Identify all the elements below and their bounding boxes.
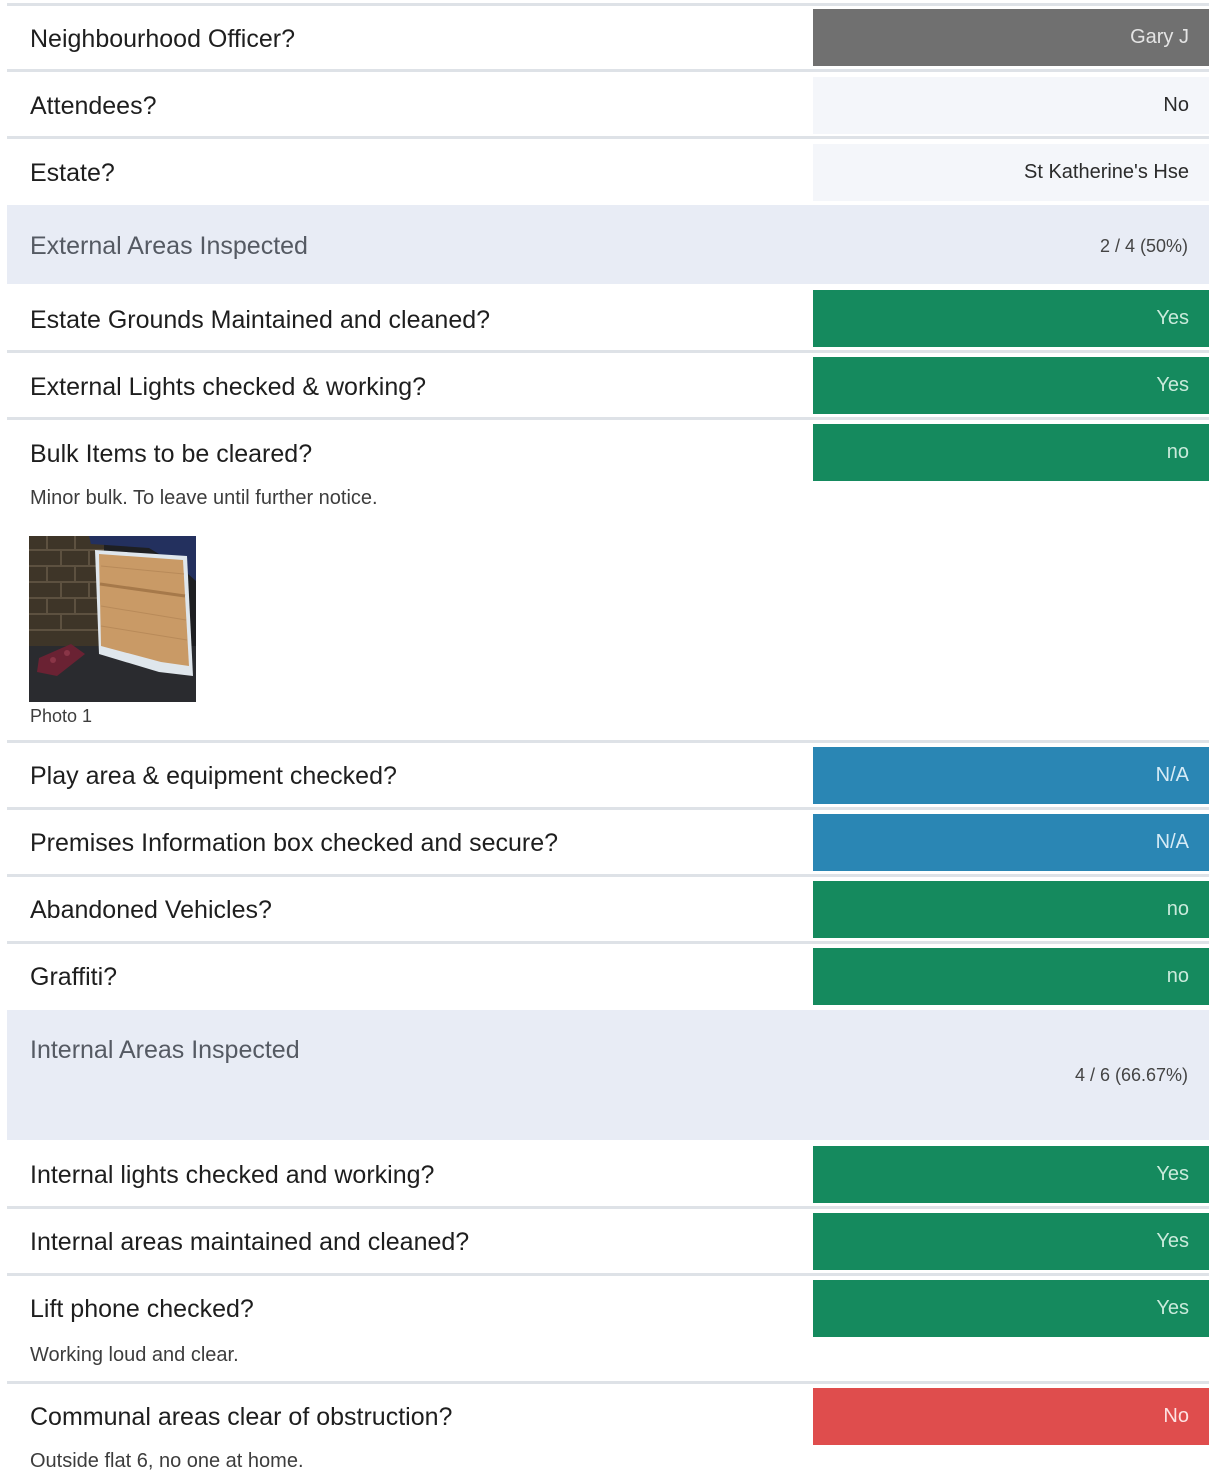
- grounds-answer: Yes: [813, 290, 1209, 347]
- attendees-label: Attendees?: [30, 92, 157, 120]
- row-divider: [7, 350, 1209, 353]
- row-divider: [7, 1381, 1209, 1384]
- int-lights-label: Internal lights checked and working?: [30, 1161, 435, 1189]
- section-internal: Internal Areas Inspected 4 / 6 (66.67%): [7, 1010, 1209, 1140]
- communal-label: Communal areas clear of obstruction?: [30, 1403, 453, 1431]
- vehicles-answer: no: [813, 881, 1209, 938]
- grounds-label: Estate Grounds Maintained and cleaned?: [30, 306, 491, 334]
- row-divider: [7, 69, 1209, 72]
- row-divider: [7, 807, 1209, 810]
- section-title: Internal Areas Inspected: [30, 1036, 300, 1064]
- row-divider: [7, 1206, 1209, 1209]
- communal-answer: No: [813, 1388, 1209, 1445]
- row-divider: [7, 136, 1209, 139]
- graffiti-label: Graffiti?: [30, 963, 118, 991]
- ext-lights-label: External Lights checked & working?: [30, 373, 427, 401]
- vehicles-label: Abandoned Vehicles?: [30, 896, 272, 924]
- row-divider: [7, 740, 1209, 743]
- premises-box-label: Premises Information box checked and sec…: [30, 829, 559, 857]
- officer-answer: Gary J: [813, 9, 1209, 66]
- int-areas-label: Internal areas maintained and cleaned?: [30, 1228, 470, 1256]
- row-divider: [7, 874, 1209, 877]
- play-area-answer: N/A: [813, 747, 1209, 804]
- lift-phone-answer: Yes: [813, 1280, 1209, 1337]
- row-divider: [7, 3, 1209, 6]
- int-areas-answer: Yes: [813, 1213, 1209, 1270]
- graffiti-answer: no: [813, 948, 1209, 1005]
- attendees-answer: No: [813, 77, 1209, 134]
- photo-caption: Photo 1: [30, 706, 93, 726]
- ext-lights-answer: Yes: [813, 357, 1209, 414]
- section-title: External Areas Inspected: [30, 232, 308, 260]
- row-divider: [7, 941, 1209, 944]
- estate-label: Estate?: [30, 159, 115, 187]
- officer-label: Neighbourhood Officer?: [30, 25, 295, 53]
- inspection-report: Neighbourhood Officer? Gary J Attendees?…: [7, 0, 1209, 1473]
- bulk-label: Bulk Items to be cleared?: [30, 440, 313, 468]
- bulk-photo[interactable]: [29, 536, 196, 702]
- play-area-label: Play area & equipment checked?: [30, 762, 397, 790]
- bulk-note: Minor bulk. To leave until further notic…: [30, 487, 378, 509]
- lift-phone-note: Working loud and clear.: [30, 1344, 239, 1366]
- estate-answer: St Katherine's Hse: [813, 144, 1209, 201]
- int-lights-answer: Yes: [813, 1146, 1209, 1203]
- section-external: External Areas Inspected 2 / 4 (50%): [7, 205, 1209, 284]
- premises-box-answer: N/A: [813, 814, 1209, 871]
- row-divider: [7, 417, 1209, 420]
- row-divider: [7, 1273, 1209, 1276]
- bulk-answer: no: [813, 424, 1209, 481]
- bulk-photo-image: [29, 536, 196, 702]
- section-score: 4 / 6 (66.67%): [1074, 1065, 1188, 1085]
- lift-phone-label: Lift phone checked?: [30, 1295, 254, 1323]
- communal-note: Outside flat 6, no one at home.: [30, 1450, 304, 1472]
- section-score: 2 / 4 (50%): [1099, 236, 1188, 256]
